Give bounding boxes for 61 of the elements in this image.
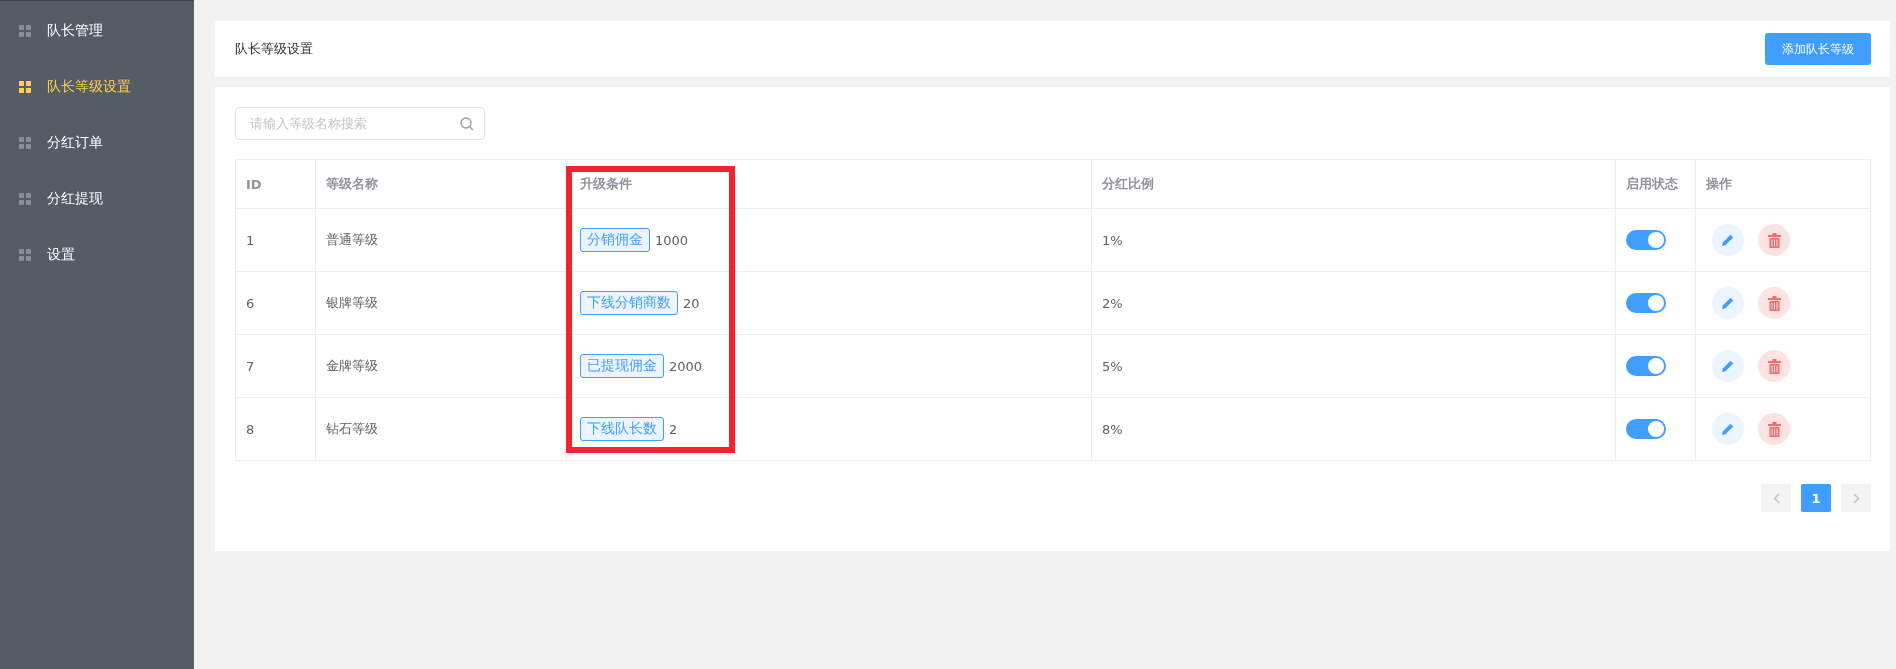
pencil-icon — [1721, 233, 1735, 247]
table-cell: 银牌等级 — [326, 295, 378, 310]
condition-tag: 已提现佣金 — [580, 354, 664, 378]
toggle-switch[interactable] — [1626, 230, 1666, 250]
edit-button[interactable] — [1712, 350, 1744, 382]
column-header: 分红比例 — [1091, 159, 1616, 209]
condition-value: 1000 — [655, 232, 689, 248]
edit-button[interactable] — [1712, 287, 1744, 319]
pencil-icon — [1721, 359, 1735, 373]
condition-tag: 下线分销商数 — [580, 291, 678, 315]
column-header: 升级条件 — [566, 159, 1092, 209]
page-title: 队长等级设置 — [235, 40, 313, 58]
sidebar-item[interactable]: 设置 — [0, 233, 194, 277]
grid-icon — [19, 81, 31, 93]
table-cell: 普通等级 — [326, 232, 378, 247]
condition-tag: 下线队长数 — [580, 417, 664, 441]
trash-icon — [1767, 232, 1781, 248]
table-cell: 8 — [246, 421, 255, 437]
toggle-switch[interactable] — [1626, 419, 1666, 439]
column-header: 启用状态 — [1615, 159, 1696, 209]
toggle-switch[interactable] — [1626, 356, 1666, 376]
trash-icon — [1767, 358, 1781, 374]
table-cell: 8% — [1102, 421, 1123, 437]
search-field[interactable]: 请输入等级名称搜索 — [235, 107, 485, 140]
delete-button[interactable] — [1758, 350, 1790, 382]
chevron-right-icon — [1852, 492, 1860, 504]
column-header: 等级名称 — [315, 159, 567, 209]
table-cell: 5% — [1102, 358, 1123, 374]
table-cell: 钻石等级 — [326, 421, 378, 436]
grid-icon — [19, 137, 31, 149]
column-header: ID — [235, 159, 316, 209]
sidebar-item[interactable]: 分红提现 — [0, 177, 194, 221]
sidebar-item[interactable]: 分红订单 — [0, 121, 194, 165]
pencil-icon — [1721, 296, 1735, 310]
table-cell: 金牌等级 — [326, 358, 378, 373]
condition-tag: 分销佣金 — [580, 228, 650, 252]
grid-icon — [19, 25, 31, 37]
toggle-switch[interactable] — [1626, 293, 1666, 313]
delete-button[interactable] — [1758, 413, 1790, 445]
condition-value: 2 — [669, 421, 678, 437]
sidebar-item[interactable]: 队长管理 — [0, 9, 194, 53]
table-cell: 1 — [246, 232, 255, 248]
sidebar-item[interactable]: 队长等级设置 — [0, 65, 194, 109]
search-icon — [460, 117, 474, 131]
delete-button[interactable] — [1758, 224, 1790, 256]
table-cell: 6 — [246, 295, 255, 311]
trash-icon — [1767, 421, 1781, 437]
table-cell: 2% — [1102, 295, 1123, 311]
grid-icon — [19, 249, 31, 261]
edit-button[interactable] — [1712, 224, 1744, 256]
pencil-icon — [1721, 422, 1735, 436]
condition-value: 2000 — [669, 358, 703, 374]
table-cell: 7 — [246, 358, 255, 374]
column-header: 操作 — [1695, 159, 1871, 209]
delete-button[interactable] — [1758, 287, 1790, 319]
condition-value: 20 — [683, 295, 700, 311]
chevron-left-icon — [1772, 492, 1780, 504]
trash-icon — [1767, 295, 1781, 311]
edit-button[interactable] — [1712, 413, 1744, 445]
grid-icon — [19, 193, 31, 205]
table-cell: 1% — [1102, 232, 1123, 248]
